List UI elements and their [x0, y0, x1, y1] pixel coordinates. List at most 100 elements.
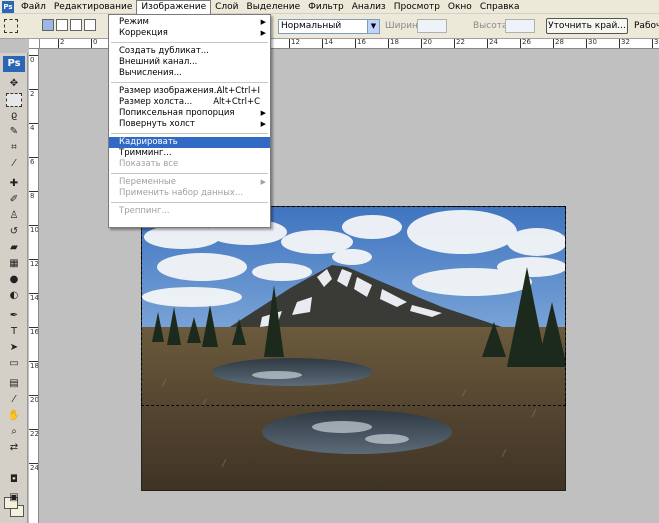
menu-item[interactable]: Кадрировать — [109, 137, 270, 148]
menu-item[interactable]: Создать дубликат... — [109, 46, 270, 57]
quick-selection-tool-icon[interactable]: ✎ — [6, 125, 22, 139]
intersect-selection-icon[interactable] — [84, 19, 96, 31]
ruler-vertical[interactable]: 0 2 4 6 8 10 12 14 16 18 20 22 24 — [29, 49, 39, 523]
ruler-tick: 18 — [29, 361, 39, 370]
menu-item-label: Размер холста... — [119, 97, 193, 107]
photoshop-icon[interactable]: Ps — [2, 0, 14, 13]
menu-item[interactable]: Тримминг... — [109, 148, 270, 159]
ruler-origin[interactable] — [29, 39, 40, 49]
tool-preset-icon[interactable] — [4, 19, 18, 33]
menu-analysis[interactable]: Анализ — [348, 0, 390, 14]
move-tool-icon[interactable]: ✥ — [6, 77, 22, 91]
type-tool-icon[interactable]: T — [6, 325, 22, 339]
width-field[interactable] — [417, 19, 447, 33]
ruler-tick: 30 — [586, 39, 597, 48]
shape-tool-icon[interactable]: ▭ — [6, 357, 22, 371]
subtract-selection-icon[interactable] — [70, 19, 82, 31]
menu-item-label: Применить набор данных... — [119, 188, 244, 198]
workspace-button[interactable]: Рабочая — [634, 21, 659, 31]
quick-mask-icon[interactable]: ◘ — [6, 473, 22, 487]
ruler-tick: 14 — [322, 39, 333, 48]
menu-filter[interactable]: Фильтр — [304, 0, 348, 14]
menu-select[interactable]: Выделение — [243, 0, 305, 14]
menu-item[interactable]: Размер холста... Alt+Ctrl+C — [109, 97, 270, 108]
ruler-tick: 4 — [29, 123, 38, 132]
menu-view[interactable]: Просмотр — [390, 0, 444, 14]
measure-tool-icon[interactable]: ⁄ — [6, 393, 22, 407]
style-select[interactable]: Нормальный ▼ — [278, 19, 380, 34]
submenu-arrow-icon: ▶ — [260, 18, 266, 26]
ruler-tick: 0 — [91, 39, 98, 48]
marquee-tool-icon[interactable] — [6, 93, 22, 107]
lasso-tool-icon[interactable]: ϱ — [6, 109, 22, 123]
history-brush-tool-icon[interactable]: ↺ — [6, 225, 22, 239]
menu-item[interactable]: Повернуть холст ▶ — [109, 119, 270, 130]
ruler-tick: 14 — [29, 293, 39, 302]
zoom-tool-icon[interactable]: ⌕ — [6, 425, 22, 439]
ruler-tick: 12 — [29, 259, 39, 268]
menu-item[interactable]: Размер изображения... Alt+Ctrl+I — [109, 86, 270, 97]
ruler-tick: 6 — [29, 157, 38, 166]
gradient-tool-icon[interactable]: ▦ — [6, 257, 22, 271]
landscape-photo — [142, 207, 565, 490]
brush-tool-icon[interactable]: ✐ — [6, 193, 22, 207]
menu-image[interactable]: Изображение — [136, 0, 212, 14]
ruler-tick: 0 — [29, 55, 38, 64]
swap-colors-icon[interactable]: ⇄ — [6, 441, 22, 455]
style-value: Нормальный — [281, 21, 342, 31]
photoshop-logo: Ps — [3, 56, 25, 72]
blur-tool-icon[interactable]: ● — [6, 273, 22, 287]
document-image[interactable] — [141, 206, 566, 491]
hand-tool-icon[interactable]: ✋ — [6, 409, 22, 423]
selection-mode-group — [42, 19, 96, 31]
menu-separator — [111, 173, 268, 174]
eraser-tool-icon[interactable]: ▰ — [6, 241, 22, 255]
ruler-tick: 20 — [29, 395, 39, 404]
menu-item[interactable]: Режим ▶ — [109, 17, 270, 28]
toolbox: Ps ✥ ϱ ✎ ⌗ ⁄ ✚ ✐ ♙ ↺ ▰ ▦ ● ◐ ✒ T ➤ ▭ ▤ ⁄… — [0, 53, 28, 523]
notes-tool-icon[interactable]: ▤ — [6, 377, 22, 391]
add-selection-icon[interactable] — [56, 19, 68, 31]
ruler-tick: 8 — [29, 191, 38, 200]
menu-separator — [111, 202, 268, 203]
ruler-tick: 2 — [29, 89, 38, 98]
healing-brush-tool-icon[interactable]: ✚ — [6, 177, 22, 191]
crop-tool-icon[interactable]: ⌗ — [6, 141, 22, 155]
menu-item[interactable]: Внешний канал... — [109, 57, 270, 68]
ruler-tick: 28 — [553, 39, 564, 48]
menu-item-label: Режим — [119, 17, 149, 27]
refine-edge-button[interactable]: Уточнить край... — [546, 18, 628, 34]
path-selection-tool-icon[interactable]: ➤ — [6, 341, 22, 355]
ruler-tick: 12 — [289, 39, 300, 48]
ruler-tick: 16 — [29, 327, 39, 336]
screen-mode-icon[interactable]: ▣ — [6, 491, 22, 505]
menu-help[interactable]: Справка — [476, 0, 524, 14]
eyedropper-tool-icon[interactable]: ⁄ — [6, 157, 22, 171]
ruler-tick: 16 — [355, 39, 366, 48]
menu-layer[interactable]: Слой — [211, 0, 242, 14]
pen-tool-icon[interactable]: ✒ — [6, 309, 22, 323]
menu-item-label: Повернуть холст — [119, 119, 195, 129]
menu-window[interactable]: Окно — [444, 0, 476, 14]
submenu-arrow-icon: ▶ — [260, 120, 266, 128]
menu-item-label: Создать дубликат... — [119, 46, 209, 56]
dodge-tool-icon[interactable]: ◐ — [6, 289, 22, 303]
height-field[interactable] — [505, 19, 535, 33]
menu-item-label: Кадрировать — [119, 137, 178, 147]
menu-item-shortcut: Alt+Ctrl+C — [213, 97, 260, 107]
new-selection-icon[interactable] — [42, 19, 54, 31]
menu-item[interactable]: Вычисления... — [109, 68, 270, 79]
menu-item[interactable]: Коррекция ▶ — [109, 28, 270, 39]
menu-item[interactable]: Попиксельная пропорция ▶ — [109, 108, 270, 119]
menu-file[interactable]: Файл — [17, 0, 50, 14]
menu-separator — [111, 133, 268, 134]
menu-edit[interactable]: Редактирование — [50, 0, 137, 14]
stamp-tool-icon[interactable]: ♙ — [6, 209, 22, 223]
menu-separator — [111, 82, 268, 83]
menu-item: Треппинг... — [109, 206, 270, 217]
menu-separator — [111, 42, 268, 43]
submenu-arrow-icon: ▶ — [260, 29, 266, 37]
ruler-tick: 26 — [520, 39, 531, 48]
ruler-tick: 2 — [58, 39, 65, 48]
menu-item-label: Коррекция — [119, 28, 168, 38]
